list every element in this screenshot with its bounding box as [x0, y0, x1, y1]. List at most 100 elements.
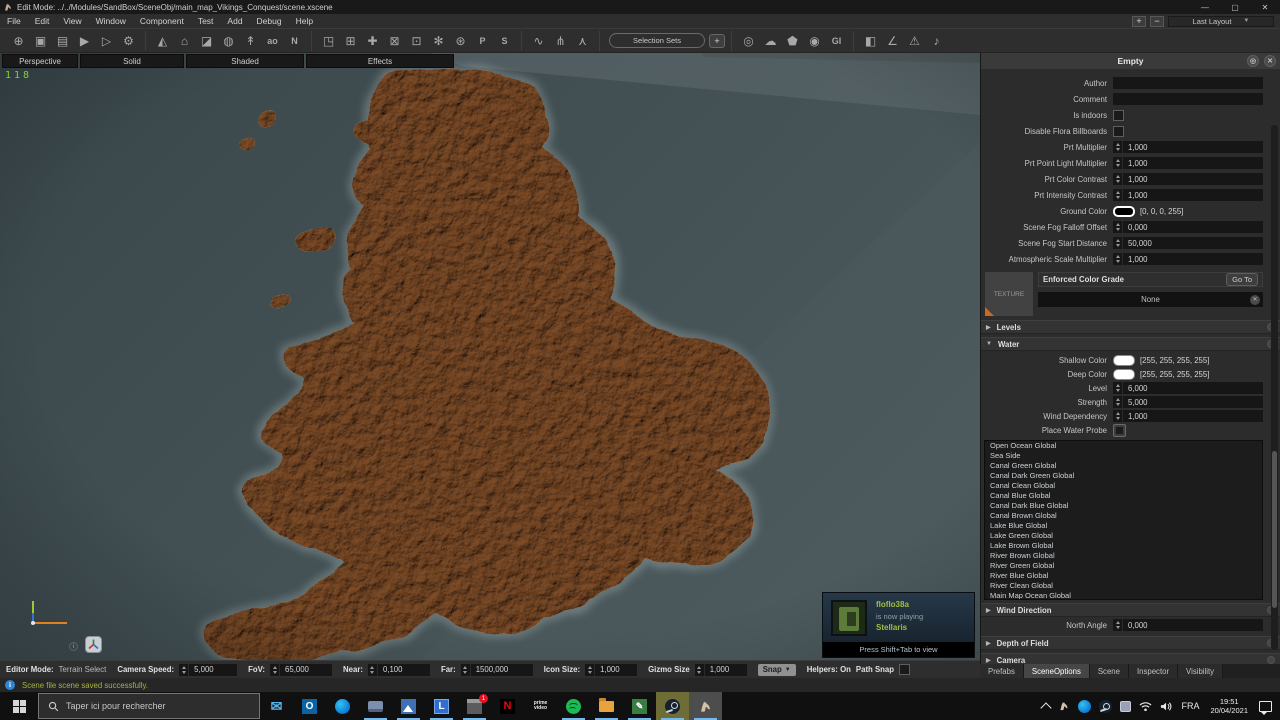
terrain-paint-icon[interactable]: ◪ — [196, 31, 217, 51]
near-input[interactable]: 0,100 — [368, 664, 430, 676]
water-preset-item[interactable]: Lake Brown Global — [985, 541, 1262, 551]
layout-remove-button[interactable]: − — [1150, 16, 1164, 27]
taskbar-app-photo-editor[interactable]: ✎ — [623, 692, 656, 720]
tab-prefabs[interactable]: Prefabs — [980, 664, 1024, 678]
taskbar-app-bannerlord[interactable] — [689, 692, 722, 720]
tab-solid[interactable]: Solid — [80, 54, 184, 68]
shallow-color-swatch[interactable] — [1113, 355, 1135, 366]
tray-steam[interactable] — [1095, 692, 1116, 720]
viewport-3d[interactable]: Perspective Solid Shaded Effects 118 i f… — [0, 53, 980, 660]
snap-dropdown[interactable]: Snap▼ — [758, 664, 796, 676]
fov-input[interactable]: 65,000 — [270, 664, 332, 676]
taskbar-app-outlook[interactable]: O — [293, 692, 326, 720]
maximize-icon[interactable]: ▢ — [1220, 0, 1250, 14]
sound-add-icon[interactable]: S — [494, 31, 515, 51]
taskbar-app-file-explorer[interactable] — [590, 692, 623, 720]
water-preset-item[interactable]: Canal Green Global — [985, 461, 1262, 471]
water-preset-item[interactable]: River Green Global — [985, 561, 1262, 571]
water-preset-item[interactable]: Open Ocean Global — [985, 441, 1262, 451]
start-button[interactable] — [0, 692, 38, 720]
light-add-icon[interactable]: ⊛ — [450, 31, 471, 51]
ground-color-swatch[interactable] — [1113, 206, 1135, 217]
tab-scene[interactable]: Scene — [1090, 664, 1129, 678]
taskbar-app-prime-video[interactable]: primevideo — [524, 692, 557, 720]
far-input[interactable]: 1500,000 — [461, 664, 533, 676]
water-preset-item[interactable]: Sea Side — [985, 451, 1262, 461]
prt-point-light-input[interactable]: 1,000 — [1113, 157, 1263, 169]
flora-paint-icon[interactable]: ↟ — [240, 31, 261, 51]
save-scene-icon[interactable]: ▣ — [30, 31, 51, 51]
layout-add-button[interactable]: + — [1132, 16, 1146, 27]
water-strength-input[interactable]: 5,000 — [1113, 396, 1263, 408]
clear-icon[interactable]: ✕ — [1250, 295, 1260, 305]
taskbar-app-spotify[interactable] — [557, 692, 590, 720]
water-preset-item[interactable]: Canal Clean Global — [985, 481, 1262, 491]
tray-network[interactable] — [1135, 692, 1156, 720]
spinner[interactable] — [1113, 253, 1123, 265]
minimize-icon[interactable]: — — [1190, 0, 1220, 14]
spinner[interactable] — [368, 664, 378, 676]
tab-visibility[interactable]: Visibility — [1178, 664, 1223, 678]
prt-intensity-contrast-input[interactable]: 1,000 — [1113, 189, 1263, 201]
action-center-button[interactable] — [1255, 692, 1276, 720]
play-options-icon[interactable]: ⚙ — [118, 31, 139, 51]
tray-edge[interactable] — [1074, 692, 1095, 720]
panel-settings-icon[interactable]: ◎ — [1247, 55, 1259, 67]
spinner[interactable] — [270, 664, 280, 676]
terrain-raise-icon[interactable]: ◭ — [152, 31, 173, 51]
taskbar-app-lightshot[interactable]: L — [425, 692, 458, 720]
water-preset-item[interactable]: Canal Dark Green Global — [985, 471, 1262, 481]
spinner[interactable] — [1113, 396, 1123, 408]
spinner[interactable] — [1113, 189, 1123, 201]
tray-volume[interactable] — [1156, 692, 1177, 720]
texture-thumbnail[interactable]: TEXTURE — [985, 272, 1033, 316]
place-water-probe-button[interactable] — [1113, 424, 1126, 437]
water-preset-item[interactable]: Lake Green Global — [985, 531, 1262, 541]
global-illumination-icon[interactable]: GI — [826, 31, 847, 51]
shape-tool-icon[interactable]: ⬟ — [782, 31, 803, 51]
spinner[interactable] — [1113, 157, 1123, 169]
steam-notification[interactable]: floflo38a is now playing Stellaris Press… — [822, 592, 975, 658]
path-snap-checkbox[interactable] — [899, 664, 910, 675]
disable-flora-checkbox[interactable] — [1113, 126, 1124, 137]
icon-size-input[interactable]: 1,000 — [585, 664, 637, 676]
color-paint-icon[interactable]: ◍ — [218, 31, 239, 51]
spinner[interactable] — [1113, 619, 1123, 631]
camera-speed-input[interactable]: 5,000 — [179, 664, 237, 676]
taskbar-app-mail[interactable]: ✉ — [260, 692, 293, 720]
spinner[interactable] — [1113, 410, 1123, 422]
tray-language[interactable]: FRA — [1177, 692, 1203, 720]
prt-color-contrast-input[interactable]: 1,000 — [1113, 173, 1263, 185]
scrollbar-thumb[interactable] — [1272, 451, 1277, 609]
particle-add-icon[interactable]: ✻ — [428, 31, 449, 51]
taskbar-app-remote[interactable]: 1 — [458, 692, 491, 720]
paint-entity-icon[interactable]: ◧ — [860, 31, 881, 51]
menu-view[interactable]: View — [56, 14, 88, 28]
tray-bannerlord[interactable] — [1054, 692, 1074, 720]
terrain-flatten-icon[interactable]: ⌂ — [174, 31, 195, 51]
water-level-input[interactable]: 6,000 — [1113, 382, 1263, 394]
tray-clock[interactable]: 19:51 20/04/2021 — [1203, 697, 1255, 715]
warnings-icon[interactable]: ⚠ — [904, 31, 925, 51]
water-preset-item[interactable]: Canal Blue Global — [985, 491, 1262, 501]
deep-color-swatch[interactable] — [1113, 369, 1135, 380]
section-levels[interactable]: ▶ Levels — [981, 320, 1280, 334]
water-preset-item[interactable]: River Clean Global — [985, 581, 1262, 591]
water-preset-item[interactable]: Canal Dark Blue Global — [985, 501, 1262, 511]
spinner[interactable] — [585, 664, 595, 676]
author-input[interactable] — [1113, 77, 1263, 89]
fog-start-input[interactable]: 50,000 — [1113, 237, 1263, 249]
normal-tool-icon[interactable]: N — [284, 31, 305, 51]
water-preset-item[interactable]: River Brown Global — [985, 551, 1262, 561]
measure-tool-icon[interactable]: ∠ — [882, 31, 903, 51]
water-preset-item[interactable]: Lake Blue Global — [985, 521, 1262, 531]
menu-test[interactable]: Test — [191, 14, 221, 28]
menu-edit[interactable]: Edit — [28, 14, 57, 28]
section-water[interactable]: ▼ Water — [981, 337, 1280, 351]
navmesh-edit-icon[interactable]: ⋏ — [572, 31, 593, 51]
tray-app[interactable] — [1116, 692, 1135, 720]
visibility-tool-icon[interactable]: ◉ — [804, 31, 825, 51]
water-preset-item[interactable]: Main Map Ocean Global — [985, 591, 1262, 600]
menu-debug[interactable]: Debug — [250, 14, 289, 28]
scene-physics-icon[interactable]: ☁ — [760, 31, 781, 51]
